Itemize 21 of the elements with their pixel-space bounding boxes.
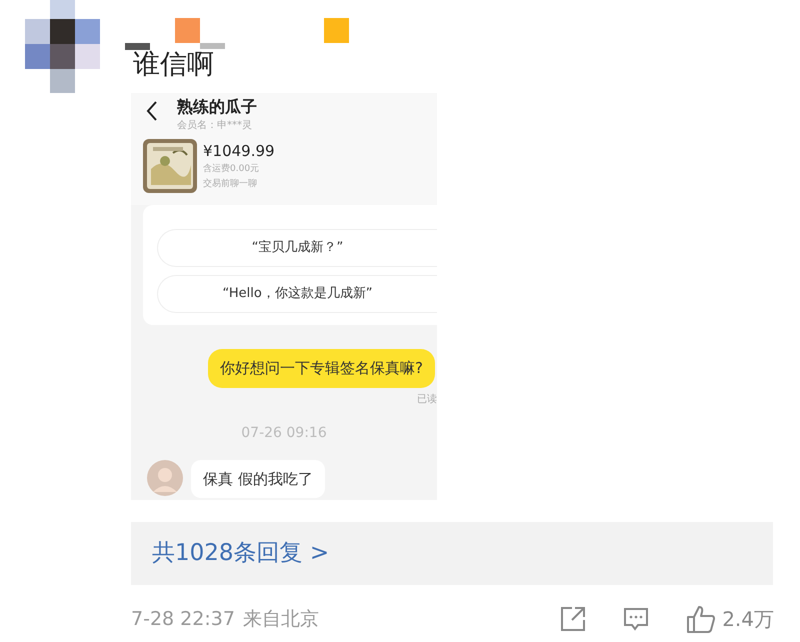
like-count: 2.4万: [722, 606, 774, 633]
share-icon[interactable]: [560, 606, 586, 632]
product-price: ¥1049.99: [203, 140, 275, 160]
shipping-fee: 含运费0.00元: [203, 162, 260, 176]
comment-time: 7-28 22:37: [131, 606, 235, 632]
message-bubble: 你好想问一下专辑签名保真嘛?: [208, 349, 435, 388]
message-bubble: 保真 假的我吃了: [191, 460, 325, 498]
quick-reply-button[interactable]: “Hello，你这款是几成新”: [157, 275, 437, 313]
message-time: 07-26 09:16: [241, 424, 327, 442]
comment-location: 来自北京: [242, 606, 319, 632]
chat-title: 熟练的瓜子: [177, 96, 257, 118]
member-name: 会员名：申***灵: [177, 118, 253, 133]
avatar-icon: [147, 460, 183, 496]
chat-hint: 交易前聊一聊: [203, 178, 258, 191]
comment-icon[interactable]: [623, 606, 650, 632]
quick-reply-button[interactable]: “宝贝几成新？”: [157, 229, 437, 267]
comment-text: 谁信啊: [132, 48, 215, 82]
read-status: 已读: [417, 392, 437, 406]
replies-bar[interactable]: 共1028条回复 >: [131, 522, 773, 585]
back-icon[interactable]: [145, 100, 159, 122]
like-icon[interactable]: [686, 604, 716, 634]
